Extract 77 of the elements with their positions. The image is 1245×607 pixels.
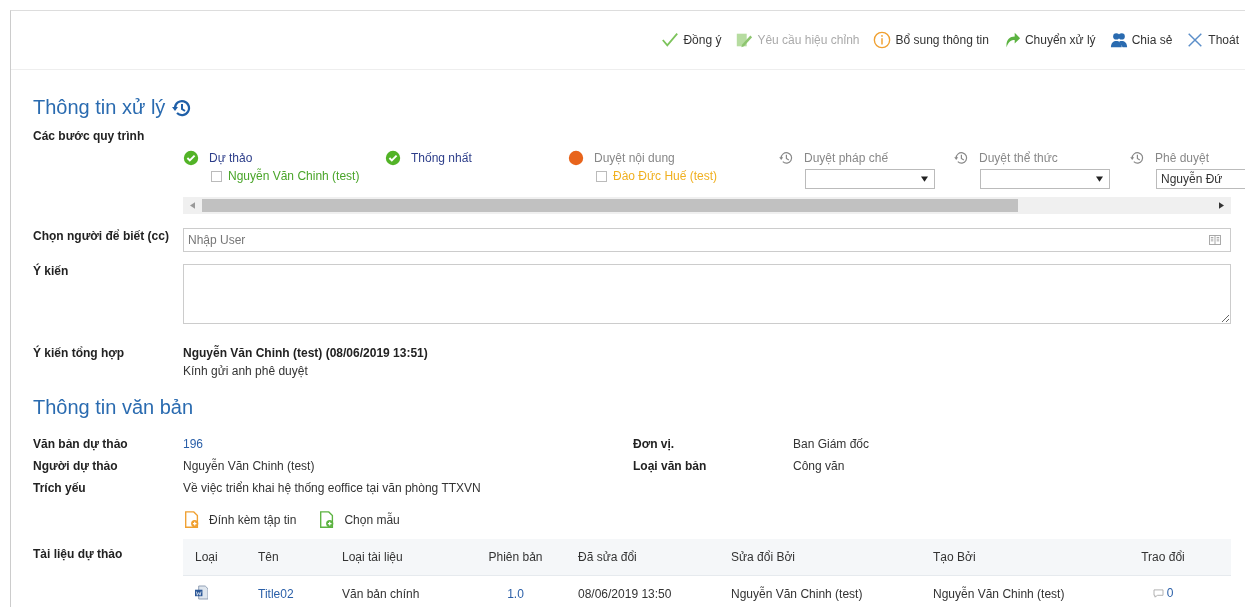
status-dot-icon xyxy=(568,150,584,166)
caret-icon xyxy=(1096,176,1103,182)
document-link[interactable]: 196 xyxy=(183,437,204,451)
toolbar-button[interactable]: Bổ sung thông tin xyxy=(873,31,989,49)
field-label: Văn bản dự thảo xyxy=(33,437,129,451)
comment-text: Kính gửi anh phê duyệt xyxy=(183,364,309,378)
toolbar-button[interactable]: Đồng ý xyxy=(661,31,722,49)
column-header: Đã sửa đổi xyxy=(568,539,730,576)
column-header: Trao đổi xyxy=(1114,539,1231,576)
field-value: Về việc triển khai hệ thống eoffice tại văn phòng TTXVN xyxy=(183,481,481,495)
version-link[interactable]: 1.0 xyxy=(463,575,568,607)
field-label: Tài liệu dự thảo xyxy=(33,547,124,563)
history-icon[interactable] xyxy=(171,97,192,118)
table-cell: Nguyễn Văn Chinh (test) xyxy=(730,575,932,607)
field-value: Nguyễn Văn Chinh (test) xyxy=(183,459,315,473)
field-label: Đơn vị. xyxy=(633,437,676,451)
history-icon xyxy=(1129,150,1145,166)
users-icon xyxy=(1109,31,1128,49)
field-label: Các bước quy trình xyxy=(33,129,146,143)
field-label: Người dự thảo xyxy=(33,459,119,473)
assignee-name: Nguyễn Văn Chinh (test) xyxy=(228,169,360,183)
section-title: Thông tin văn bản xyxy=(33,396,194,419)
file-add-icon xyxy=(183,511,201,529)
file-name-link[interactable]: Title02 xyxy=(257,575,341,607)
step-name: Duyệt pháp chế xyxy=(804,151,889,165)
comment-author: Nguyễn Văn Chinh (test) (08/06/2019 13:51) xyxy=(183,346,428,360)
history-icon xyxy=(778,150,794,166)
column-header: Loại xyxy=(183,539,257,576)
column-header: Phiên bản xyxy=(463,539,568,576)
field-label: Ý kiến tổng hợp xyxy=(33,346,126,362)
field-label: Loại văn bản xyxy=(633,459,708,473)
field-label: Chọn người để biết (cc) xyxy=(33,230,170,245)
field-label: Ý kiến xyxy=(33,264,70,280)
field-value: Công văn xyxy=(793,459,845,473)
table-cell: Văn bản chính xyxy=(341,575,463,607)
info-icon xyxy=(873,31,892,49)
field-value: Ban Giám đốc xyxy=(793,437,870,451)
column-header: Loại tài liệu xyxy=(341,539,463,576)
step-name: Thống nhất xyxy=(411,151,472,165)
user-input-field[interactable]: Nhập User xyxy=(183,228,1231,252)
column-header: Sửa đổi Bởi xyxy=(730,539,932,576)
action-button[interactable]: Chọn mẫu xyxy=(318,511,400,529)
horizontal-scrollbar[interactable] xyxy=(183,197,1231,214)
column-header: Tên xyxy=(257,539,341,576)
table-cell: Nguyễn Văn Chinh (test) xyxy=(932,575,1114,607)
assignee-name: Đào Đức Huế (test) xyxy=(613,169,718,183)
check-circle-icon xyxy=(385,150,401,166)
history-icon xyxy=(953,150,969,166)
address-book-icon[interactable] xyxy=(1209,235,1221,245)
comment-icon xyxy=(1152,588,1164,598)
check-icon xyxy=(661,31,680,49)
scroll-right-icon[interactable] xyxy=(1219,202,1224,209)
section-title: Thông tin xử lý xyxy=(33,96,166,119)
comment-count[interactable]: 0 xyxy=(1152,586,1174,601)
checkbox[interactable] xyxy=(596,170,607,182)
opinion-field[interactable] xyxy=(183,264,1231,324)
step-name: Dự thảo xyxy=(209,151,253,165)
column-header: Tạo Bởi xyxy=(932,539,1114,576)
toolbar-button[interactable]: Chuyển xử lý xyxy=(1002,31,1096,49)
toolbar-button[interactable]: Chia sẻ xyxy=(1109,31,1173,49)
word-document-icon xyxy=(195,584,208,600)
assignee-dropdown[interactable] xyxy=(980,169,1110,189)
checkbox[interactable] xyxy=(211,170,222,182)
scroll-left-icon[interactable] xyxy=(190,202,195,209)
field-label: Trích yếu xyxy=(33,481,87,495)
step-name: Duyệt thể thức xyxy=(979,151,1058,165)
step-name: Phê duyệt xyxy=(1155,151,1210,165)
close-icon xyxy=(1186,31,1205,49)
step-name: Duyệt nội dung xyxy=(594,151,675,165)
action-button[interactable]: Đính kèm tập tin xyxy=(183,511,297,529)
check-circle-icon xyxy=(183,150,199,166)
assignee-dropdown[interactable]: Nguyễn Đứ xyxy=(1156,169,1245,189)
table-cell: 08/06/2019 13:50 xyxy=(568,575,730,607)
toolbar-button[interactable]: Thoát xyxy=(1186,31,1239,49)
edit-icon xyxy=(735,31,754,49)
caret-icon xyxy=(921,176,928,182)
assignee-dropdown[interactable] xyxy=(805,169,935,189)
